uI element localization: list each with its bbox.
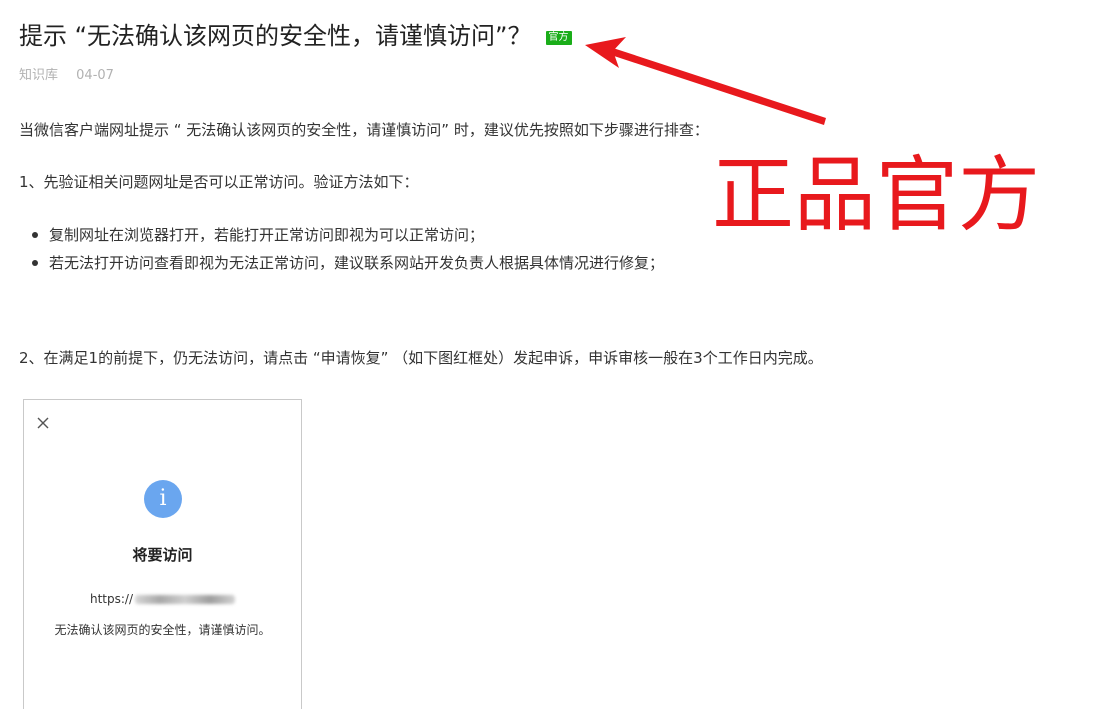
list-item-text: 若无法打开访问查看即视为无法正常访问，建议联系网站开发负责人根据具体情况进行修复… (49, 254, 665, 272)
article-meta: 知识库 04-07 (19, 64, 114, 83)
intro-paragraph: 当微信客户端网址提示 “ 无法确认该网页的安全性，请谨慎访问” 时，建议优先按照… (19, 121, 709, 139)
dialog-heading: 将要访问 (132, 546, 193, 564)
bullet-dot (32, 260, 38, 266)
warning-dialog-screenshot: i 将要访问 https:// 无法确认该网页的安全性，请谨慎访问。 (23, 399, 302, 709)
url-prefix: https:// (89, 592, 133, 606)
official-badge: 官方 (545, 31, 572, 45)
bullet-dot (32, 232, 38, 238)
annotation-text: 正品官方 (712, 148, 1041, 243)
article-page: 提示 “无法确认该网页的安全性，请谨慎访问”？ 官方 知识库 04-07 当微信… (0, 0, 1096, 709)
info-icon: i (144, 480, 182, 518)
step1-paragraph: 1、先验证相关问题网址是否可以正常访问。验证方法如下： (19, 173, 419, 191)
step2-paragraph: 2、在满足1的前提下，仍无法访问，请点击 “申请恢复” （如下图红框处）发起申诉… (19, 349, 823, 367)
page-title: 提示 “无法确认该网页的安全性，请谨慎访问”？ (19, 22, 532, 50)
list-item: 复制网址在浏览器打开，若能打开正常访问即视为可以正常访问； (0, 221, 664, 249)
arrow-shaft (611, 48, 826, 125)
dialog-warning: 无法确认该网页的安全性，请谨慎访问。 (54, 623, 271, 637)
list-item-text: 复制网址在浏览器打开，若能打开正常访问即视为可以正常访问； (49, 226, 485, 244)
close-icon[interactable] (36, 416, 50, 430)
arrow-head (585, 37, 626, 68)
dialog-url: https:// (24, 592, 301, 606)
source-link[interactable]: 知识库 (19, 68, 58, 83)
blurred-url (135, 595, 235, 604)
publish-date: 04-07 (76, 68, 114, 83)
info-glyph: i (159, 486, 167, 511)
verification-list: 复制网址在浏览器打开，若能打开正常访问即视为可以正常访问； 若无法打开访问查看即… (0, 221, 664, 277)
title-row: 提示 “无法确认该网页的安全性，请谨慎访问”？ 官方 (19, 18, 572, 54)
list-item: 若无法打开访问查看即视为无法正常访问，建议联系网站开发负责人根据具体情况进行修复… (0, 249, 664, 277)
